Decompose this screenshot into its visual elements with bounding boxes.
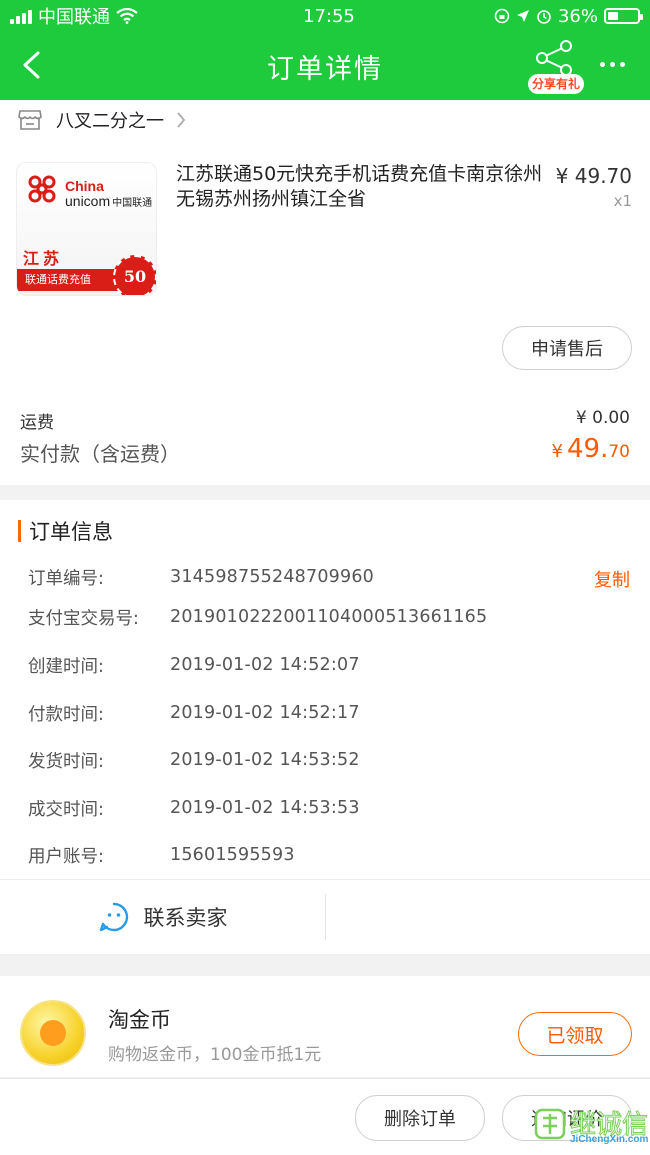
contact-seller-button[interactable]: 联系卖家 <box>0 880 325 954</box>
share-button[interactable]: 分享有礼 <box>528 38 584 96</box>
shipping-label: 运费 <box>20 413 54 433</box>
shop-name: 八叉二分之一 <box>56 111 164 132</box>
coin-description: 购物返金币，100金币抵1元 <box>108 1045 322 1065</box>
claimed-button[interactable]: 已领取 <box>518 1012 632 1056</box>
vertical-divider <box>325 894 326 940</box>
info-row-order-number: 订单编号: 314598755248709960 <box>28 567 375 589</box>
province-label: 江苏 <box>23 249 64 268</box>
shipping-value: ¥ 0.00 <box>575 408 630 428</box>
signal-icon <box>10 8 32 24</box>
paid-label: 实付款（含运费） <box>20 442 180 466</box>
share-label: 分享有礼 <box>528 74 584 94</box>
after-sale-button[interactable]: 申请售后 <box>502 326 632 370</box>
share-icon <box>536 40 572 76</box>
top-bar: 中国联通 17:55 36% 订单详情 分享有礼 <box>0 0 650 100</box>
nav-bar: 订单详情 分享有礼 <box>0 32 650 100</box>
info-row-shipped: 发货时间: 2019-01-02 14:53:52 <box>28 750 360 772</box>
copy-button[interactable]: 复制 <box>594 566 630 592</box>
info-row-paid: 付款时间: 2019-01-02 14:52:17 <box>28 703 360 725</box>
store-icon <box>18 110 42 130</box>
location-icon <box>516 10 529 22</box>
battery-percent: 36% <box>557 5 598 27</box>
back-chevron-icon[interactable] <box>18 50 48 80</box>
order-info-card: 订单信息 复制 订单编号: 314598755248709960 支付宝交易号: 2… <box>0 500 650 954</box>
carrier-label: 中国联通 <box>38 7 110 28</box>
section-title: 订单信息 <box>18 518 113 544</box>
battery-icon <box>604 8 643 24</box>
product-quantity: x1 <box>613 192 632 210</box>
watermark: 继诚信 JiChengXin.com <box>532 1104 650 1155</box>
order-item-card: 八叉二分之一 China unicom 中国联通 江苏 联通话费充值 50 江苏联… <box>0 100 650 485</box>
delete-order-button[interactable]: 删除订单 <box>355 1095 485 1141</box>
taojinbi-card: 淘金币 购物返金币，100金币抵1元 已领取 <box>0 976 650 1077</box>
page-title: 订单详情 <box>267 53 383 85</box>
info-row-created: 创建时间: 2019-01-02 14:52:07 <box>28 655 360 677</box>
chevron-right-icon <box>177 112 186 128</box>
product-price: ¥ 49.70 <box>555 164 632 188</box>
watermark-logo-icon <box>534 1108 566 1140</box>
paid-amount: ¥49.70 <box>551 434 630 464</box>
coin-title: 淘金币 <box>108 1008 171 1032</box>
info-row-alipay-number: 支付宝交易号: 2019010222001104000513661165 <box>28 607 488 629</box>
gold-coin-icon <box>20 1000 86 1066</box>
clock: 17:55 <box>303 6 355 27</box>
chat-face-icon <box>99 902 128 932</box>
brand-text: China unicom 中国联通 <box>65 178 153 210</box>
unicom-logo-icon <box>28 175 56 203</box>
info-row-account: 用户账号: 15601595593 <box>28 845 295 867</box>
wifi-icon <box>116 8 138 24</box>
info-row-completed: 成交时间: 2019-01-02 14:53:53 <box>28 798 360 820</box>
status-bar: 中国联通 17:55 36% <box>0 0 650 32</box>
amount-seal: 50 <box>113 255 156 295</box>
product-title[interactable]: 江苏联通50元快充手机话费充值卡南京徐州无锡苏州扬州镇江全省 <box>176 162 548 212</box>
rotation-lock-icon <box>494 8 510 24</box>
contact-seller-label: 联系卖家 <box>143 906 228 930</box>
more-menu-icon[interactable] <box>600 62 625 67</box>
alarm-icon <box>537 10 551 24</box>
shop-link[interactable]: 八叉二分之一 <box>18 106 200 134</box>
product-thumbnail[interactable]: China unicom 中国联通 江苏 联通话费充值 50 <box>16 162 157 296</box>
